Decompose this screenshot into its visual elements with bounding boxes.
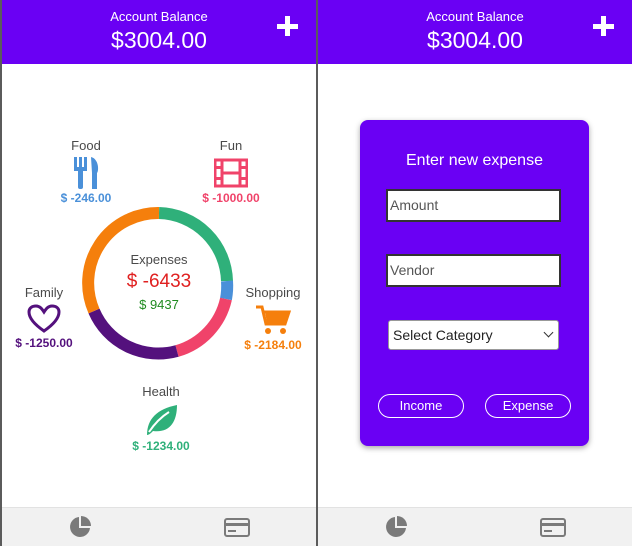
dashboard-screen: Account Balance $3004.00 Food $ -246.00 … bbox=[2, 0, 316, 546]
credit-card-icon[interactable] bbox=[224, 518, 250, 537]
app-header: Account Balance $3004.00 bbox=[318, 0, 632, 64]
total-income: $ 9437 bbox=[139, 297, 179, 312]
new-expense-screen: Account Balance $3004.00 Enter new expen… bbox=[318, 0, 632, 546]
category-health[interactable]: Health $ -1234.00 bbox=[116, 384, 206, 453]
bottom-nav bbox=[2, 507, 316, 546]
expense-button[interactable]: Expense bbox=[485, 394, 571, 418]
pie-chart-icon[interactable] bbox=[385, 516, 407, 538]
add-icon[interactable] bbox=[274, 13, 302, 41]
add-icon[interactable] bbox=[590, 13, 618, 41]
leaf-icon bbox=[147, 405, 177, 435]
credit-card-icon[interactable] bbox=[540, 518, 566, 537]
category-label: Food bbox=[71, 138, 101, 153]
dialog-title: Enter new expense bbox=[406, 152, 543, 169]
ring-segment-family bbox=[88, 308, 179, 360]
pie-chart-icon[interactable] bbox=[69, 516, 91, 538]
category-food[interactable]: Food $ -246.00 bbox=[41, 138, 131, 205]
fork-knife-icon bbox=[74, 157, 99, 189]
center-title: Expenses bbox=[130, 252, 188, 267]
total-expenses: $ -6433 bbox=[126, 271, 192, 292]
category-amount: $ -1234.00 bbox=[132, 439, 190, 453]
category-family[interactable]: Family $ -1250.00 bbox=[2, 285, 89, 350]
category-label: Health bbox=[142, 384, 180, 399]
category-fun[interactable]: Fun $ -1000.00 bbox=[186, 138, 276, 205]
balance-amount: $3004.00 bbox=[111, 27, 207, 53]
income-button[interactable]: Income bbox=[378, 394, 464, 418]
category-amount: $ -2184.00 bbox=[244, 338, 302, 352]
balance-label: Account Balance bbox=[110, 9, 208, 24]
balance-amount: $3004.00 bbox=[427, 27, 523, 53]
film-icon bbox=[214, 158, 248, 188]
app-header: Account Balance $3004.00 bbox=[2, 0, 316, 64]
amount-field[interactable]: Amount bbox=[386, 189, 561, 222]
category-shopping[interactable]: Shopping $ -2184.00 bbox=[228, 285, 316, 352]
category-select[interactable]: Select Category bbox=[388, 320, 559, 350]
category-select-value: Select Category bbox=[393, 327, 493, 343]
balance-label: Account Balance bbox=[426, 9, 524, 24]
chevron-down-icon bbox=[543, 327, 554, 338]
new-expense-dialog: Enter new expense Amount Vendor Select C… bbox=[360, 120, 589, 446]
bottom-nav bbox=[318, 507, 632, 546]
category-label: Fun bbox=[219, 138, 243, 153]
category-amount: $ -1250.00 bbox=[15, 336, 73, 350]
vendor-field[interactable]: Vendor bbox=[386, 254, 561, 287]
